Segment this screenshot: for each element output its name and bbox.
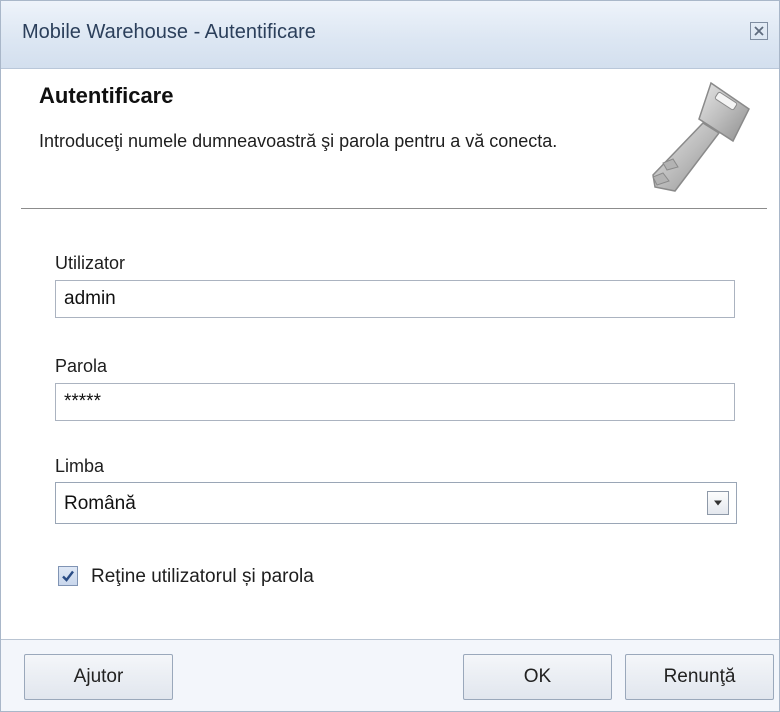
login-dialog: Mobile Warehouse - Autentificare Autenti… bbox=[0, 0, 780, 712]
chevron-down-icon bbox=[714, 500, 722, 506]
language-label: Limba bbox=[55, 456, 105, 476]
key-icon bbox=[641, 79, 761, 199]
cancel-button[interactable]: Renunţă bbox=[625, 654, 774, 700]
help-button[interactable]: Ajutor bbox=[24, 654, 173, 700]
username-input[interactable] bbox=[55, 280, 735, 318]
close-button[interactable] bbox=[749, 21, 769, 41]
language-selected-value: Română bbox=[64, 493, 136, 514]
dropdown-button[interactable] bbox=[707, 491, 729, 515]
close-icon bbox=[750, 22, 768, 40]
remember-checkbox[interactable] bbox=[58, 566, 78, 586]
window-title: Mobile Warehouse - Autentificare bbox=[22, 21, 316, 43]
ok-button[interactable]: OK bbox=[463, 654, 612, 700]
header-title: Autentificare bbox=[39, 83, 174, 108]
header-separator bbox=[21, 208, 767, 209]
password-label: Parola bbox=[55, 356, 108, 376]
checkmark-icon bbox=[62, 570, 74, 582]
username-label: Utilizator bbox=[55, 253, 126, 273]
remember-label[interactable]: Reţine utilizatorul și parola bbox=[91, 566, 314, 588]
title-bar[interactable]: Mobile Warehouse - Autentificare bbox=[1, 1, 779, 69]
language-select[interactable]: Română bbox=[55, 482, 737, 524]
password-input[interactable] bbox=[55, 383, 735, 421]
header-description: Introduceţi numele dumneavoastră şi paro… bbox=[39, 131, 558, 151]
